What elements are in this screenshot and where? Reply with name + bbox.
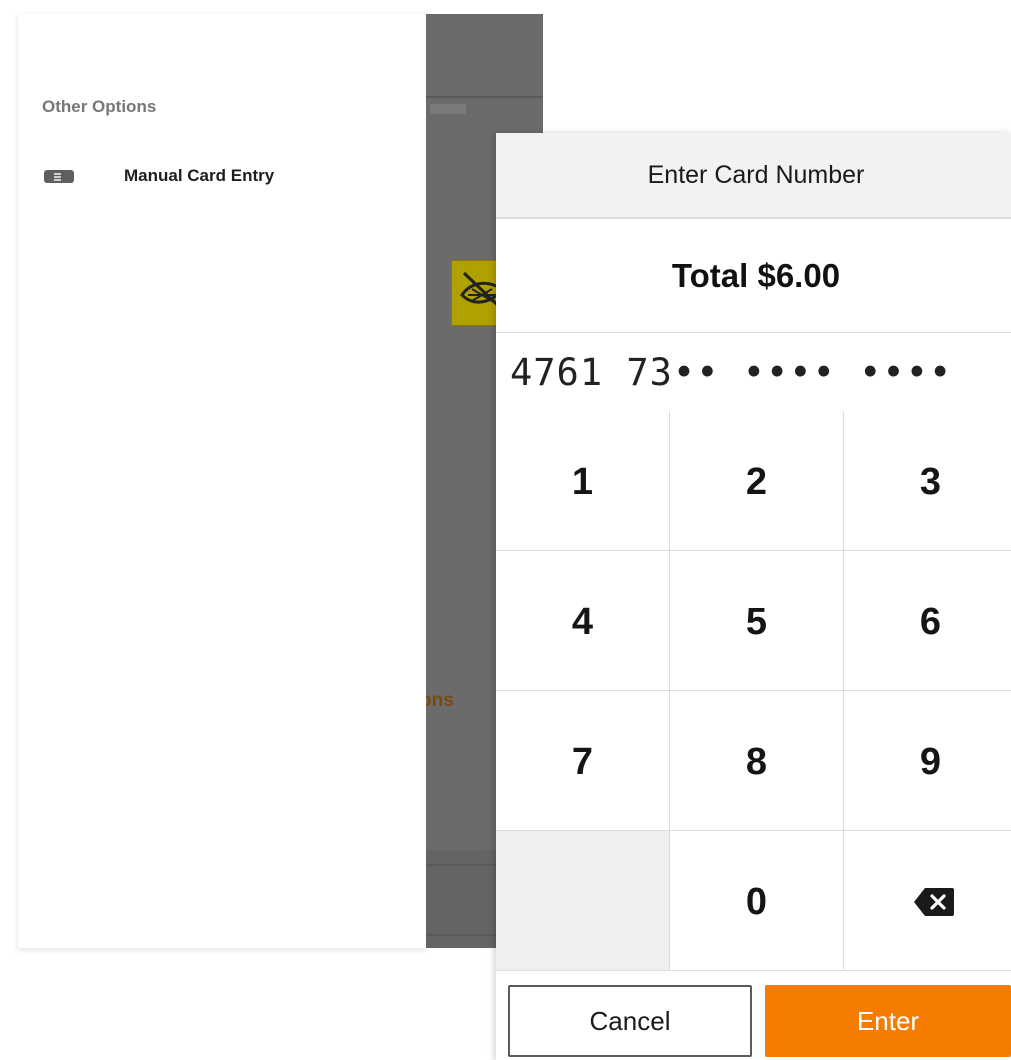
dialog-header: Enter Card Number xyxy=(496,133,1011,219)
key-8[interactable]: 8 xyxy=(670,691,844,831)
other-options-title: Other Options xyxy=(42,97,157,116)
total-amount: Total $6.00 xyxy=(671,257,841,294)
card-number-value: 4761 73•• •••• •••• xyxy=(510,351,953,394)
background-bar xyxy=(430,104,466,114)
key-label: 5 xyxy=(745,601,768,643)
other-options-panel: Other Options Manual Card Entry xyxy=(18,14,426,948)
key-label: 2 xyxy=(745,461,768,503)
key-label: 6 xyxy=(919,601,942,643)
manual-card-entry-option[interactable]: Manual Card Entry xyxy=(18,160,426,194)
key-1[interactable]: 1 xyxy=(496,411,670,551)
key-7[interactable]: 7 xyxy=(496,691,670,831)
cancel-button[interactable]: Cancel xyxy=(508,985,752,1057)
dialog-footer: Cancel Enter xyxy=(496,971,1011,1060)
key-label: 8 xyxy=(745,741,768,783)
enter-button[interactable]: Enter xyxy=(765,985,1011,1057)
card-icon xyxy=(44,170,74,183)
key-0[interactable]: 0 xyxy=(670,831,844,971)
card-entry-dialog: Enter Card Number Total $6.00 4761 73•• … xyxy=(496,133,1011,1060)
key-label: 3 xyxy=(919,461,942,503)
key-label: 7 xyxy=(571,741,594,783)
key-label: 0 xyxy=(745,881,768,923)
backspace-key[interactable] xyxy=(844,831,1011,971)
backspace-icon xyxy=(913,887,955,922)
key-5[interactable]: 5 xyxy=(670,551,844,691)
key-2[interactable]: 2 xyxy=(670,411,844,551)
key-9[interactable]: 9 xyxy=(844,691,1011,831)
screen: Other Options Manual Card Entry ons Ente… xyxy=(0,0,1011,1060)
key-label: 1 xyxy=(571,461,594,503)
numeric-keypad: 1 2 3 4 5 6 7 8 9 0 xyxy=(496,411,1011,971)
key-4[interactable]: 4 xyxy=(496,551,670,691)
key-label: 9 xyxy=(919,741,942,783)
background-partial-text: ons xyxy=(426,690,454,711)
key-label: 4 xyxy=(571,601,594,643)
key-blank xyxy=(496,831,670,971)
key-3[interactable]: 3 xyxy=(844,411,1011,551)
manual-card-entry-label: Manual Card Entry xyxy=(124,166,275,185)
divider xyxy=(426,96,543,98)
key-6[interactable]: 6 xyxy=(844,551,1011,691)
card-number-field[interactable]: 4761 73•• •••• •••• xyxy=(496,332,1011,412)
dialog-title: Enter Card Number xyxy=(647,161,865,189)
